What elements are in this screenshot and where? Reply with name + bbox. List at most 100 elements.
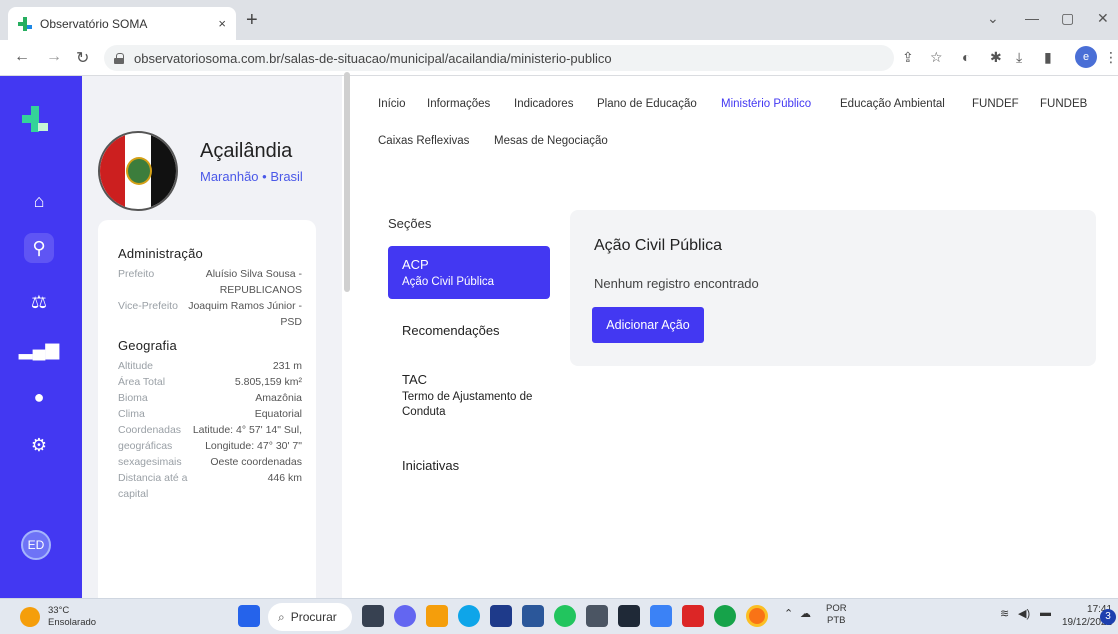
info-row: Bioma Amazônia bbox=[118, 390, 302, 406]
info-row: Coordenadas geográficas sexagesimais Lat… bbox=[118, 422, 302, 470]
evernote-icon[interactable] bbox=[714, 605, 736, 627]
back-icon[interactable]: ← bbox=[14, 48, 30, 66]
word-icon[interactable] bbox=[522, 605, 544, 627]
tab-search-icon[interactable]: ⌄ bbox=[987, 10, 999, 27]
city-name: Açailândia bbox=[200, 140, 293, 162]
tex-editor-icon[interactable] bbox=[650, 605, 672, 627]
new-tab-button[interactable]: + bbox=[246, 10, 258, 30]
whatsapp-icon[interactable] bbox=[554, 605, 576, 627]
section-recomendacoes-label: Recomendações bbox=[402, 323, 500, 338]
forward-icon[interactable]: → bbox=[46, 48, 62, 66]
nav-mesas-negociacao[interactable]: Mesas de Negociação bbox=[494, 135, 608, 147]
gear-icon[interactable]: ⚙ bbox=[24, 430, 54, 460]
store-icon[interactable] bbox=[490, 605, 512, 627]
info-row: Clima Equatorial bbox=[118, 406, 302, 422]
section-recomendacoes[interactable]: Recomendações bbox=[388, 323, 550, 338]
nav-fundeb[interactable]: FUNDEB bbox=[1040, 98, 1087, 110]
nav-indicadores[interactable]: Indicadores bbox=[514, 98, 573, 110]
info-value: 446 km bbox=[267, 472, 302, 484]
panel-scrollbar[interactable] bbox=[344, 72, 350, 292]
chrome-icon[interactable] bbox=[746, 605, 768, 627]
keyboard-label: PTB bbox=[827, 615, 846, 626]
bookmark-star-icon[interactable]: ☆ bbox=[930, 49, 943, 66]
browser-tab-bar: Observatório SOMA × + ⌄ — ▢ ✕ bbox=[0, 0, 1118, 40]
home-icon[interactable]: ⌂ bbox=[24, 186, 54, 216]
sun-icon bbox=[20, 607, 40, 627]
url-text: observatoriosoma.com.br/salas-de-situaca… bbox=[134, 50, 612, 66]
extension-icon[interactable]: ◐ bbox=[962, 49, 970, 65]
windows-taskbar: 33°C Ensolarado Procurar ⌃ ☁ POR PTB ≋ ◀… bbox=[0, 598, 1118, 634]
acrobat-icon[interactable] bbox=[682, 605, 704, 627]
tray-chevron-icon[interactable]: ⌃ bbox=[784, 607, 793, 620]
tab-title: Observatório SOMA bbox=[40, 16, 148, 31]
section-acp[interactable]: ACP Ação Civil Pública bbox=[388, 246, 550, 299]
calculator-icon[interactable] bbox=[586, 605, 608, 627]
side-panel-icon[interactable]: ▮ bbox=[1044, 49, 1052, 66]
browser-tab[interactable]: Observatório SOMA × bbox=[8, 7, 236, 40]
window-close-button[interactable]: ✕ bbox=[1097, 10, 1109, 27]
section-tac-subtitle: Termo de Ajustamento de Conduta bbox=[402, 391, 533, 418]
notification-badge[interactable]: 3 bbox=[1100, 609, 1116, 625]
edge-browser-icon[interactable] bbox=[458, 605, 480, 627]
taskbar-search[interactable]: Procurar bbox=[268, 603, 352, 631]
nav-ministerio-publico[interactable]: Ministério Público bbox=[721, 98, 811, 110]
app-sidebar: ⌂ ⚲ ⚖ ▂▄▆ ● ⚙ ED bbox=[0, 76, 82, 598]
minimize-button[interactable]: — bbox=[1025, 10, 1039, 26]
info-value: Latitude: 4° 57' 14" Sul, Longitude: 47°… bbox=[192, 424, 302, 468]
bar-chart-icon[interactable]: ▂▄▆ bbox=[19, 334, 59, 364]
sections-title: Seções bbox=[388, 216, 432, 231]
share-icon[interactable]: ⇪ bbox=[902, 49, 914, 66]
weather-widget[interactable]: 33°C Ensolarado bbox=[20, 605, 96, 629]
reload-icon[interactable]: ↻ bbox=[76, 48, 89, 68]
cloud-icon[interactable]: ☁ bbox=[800, 607, 811, 620]
nav-plano-educacao[interactable]: Plano de Educação bbox=[597, 98, 697, 110]
nav-fundef[interactable]: FUNDEF bbox=[972, 98, 1019, 110]
soma-logo-icon[interactable] bbox=[22, 106, 48, 132]
info-value: Aluísio Silva Sousa - REPUBLICANOS bbox=[205, 268, 302, 296]
chat-app-icon[interactable] bbox=[394, 605, 416, 627]
info-row: Distancia até a capital 446 km bbox=[118, 470, 302, 502]
nav-educacao-ambiental[interactable]: Educação Ambiental bbox=[840, 98, 945, 110]
nav-informacoes[interactable]: Informações bbox=[427, 98, 490, 110]
geo-section-title: Geografia bbox=[118, 338, 177, 353]
address-bar-row: ← → ↻ observatoriosoma.com.br/salas-de-s… bbox=[0, 40, 1118, 76]
user-avatar[interactable]: ED bbox=[21, 530, 51, 560]
task-view-icon[interactable] bbox=[362, 605, 384, 627]
menu-kebab-icon[interactable]: ⋮ bbox=[1104, 49, 1118, 66]
chat-icon[interactable]: ● bbox=[24, 382, 54, 412]
info-label: Prefeito bbox=[118, 268, 155, 280]
restore-button[interactable]: ▢ bbox=[1061, 10, 1074, 27]
info-value: Equatorial bbox=[254, 408, 302, 420]
city-panel: Açailândia Maranhão • Brasil Administraç… bbox=[82, 76, 342, 598]
file-explorer-icon[interactable] bbox=[426, 605, 448, 627]
puzzle-extensions-icon[interactable]: ✱ bbox=[990, 49, 1002, 66]
tab-close-icon[interactable]: × bbox=[218, 16, 226, 31]
windows-start-icon[interactable] bbox=[238, 605, 260, 627]
city-flag-icon bbox=[98, 131, 178, 211]
location-pin-icon[interactable]: ⚲ bbox=[24, 233, 54, 263]
download-icon[interactable]: ⤓ bbox=[1016, 49, 1022, 66]
acp-card: Ação Civil Pública Nenhum registro encon… bbox=[570, 210, 1096, 366]
scales-icon[interactable]: ⚖ bbox=[24, 287, 54, 317]
city-info-card: Administração Prefeito Aluísio Silva Sou… bbox=[98, 220, 316, 598]
language-indicator[interactable]: POR PTB bbox=[826, 603, 847, 627]
nav-caixas-reflexivas[interactable]: Caixas Reflexivas bbox=[378, 135, 469, 147]
volume-icon[interactable]: ◀) bbox=[1018, 607, 1030, 620]
profile-avatar[interactable]: e bbox=[1075, 46, 1097, 68]
section-acp-title: ACP bbox=[402, 257, 429, 272]
section-tac-title: TAC bbox=[402, 372, 428, 387]
wifi-icon[interactable]: ≋ bbox=[1000, 607, 1009, 620]
info-row: Prefeito Aluísio Silva Sousa - REPUBLICA… bbox=[118, 266, 302, 298]
battery-icon[interactable]: ▬ bbox=[1040, 607, 1051, 619]
info-label: Bioma bbox=[118, 392, 148, 404]
url-bar[interactable]: observatoriosoma.com.br/salas-de-situaca… bbox=[104, 45, 894, 71]
nav-inicio[interactable]: Início bbox=[378, 98, 406, 110]
add-action-button[interactable]: Adicionar Ação bbox=[592, 307, 704, 343]
section-tac[interactable]: TAC Termo de Ajustamento de Conduta bbox=[388, 372, 550, 420]
section-iniciativas[interactable]: Iniciativas bbox=[388, 458, 550, 473]
taskbar-search-label: Procurar bbox=[290, 610, 337, 624]
info-row: Vice-Prefeito Joaquim Ramos Júnior - PSD bbox=[118, 298, 302, 330]
info-row: Altitude 231 m bbox=[118, 358, 302, 374]
app-icon[interactable] bbox=[618, 605, 640, 627]
info-label: Vice-Prefeito bbox=[118, 300, 178, 312]
